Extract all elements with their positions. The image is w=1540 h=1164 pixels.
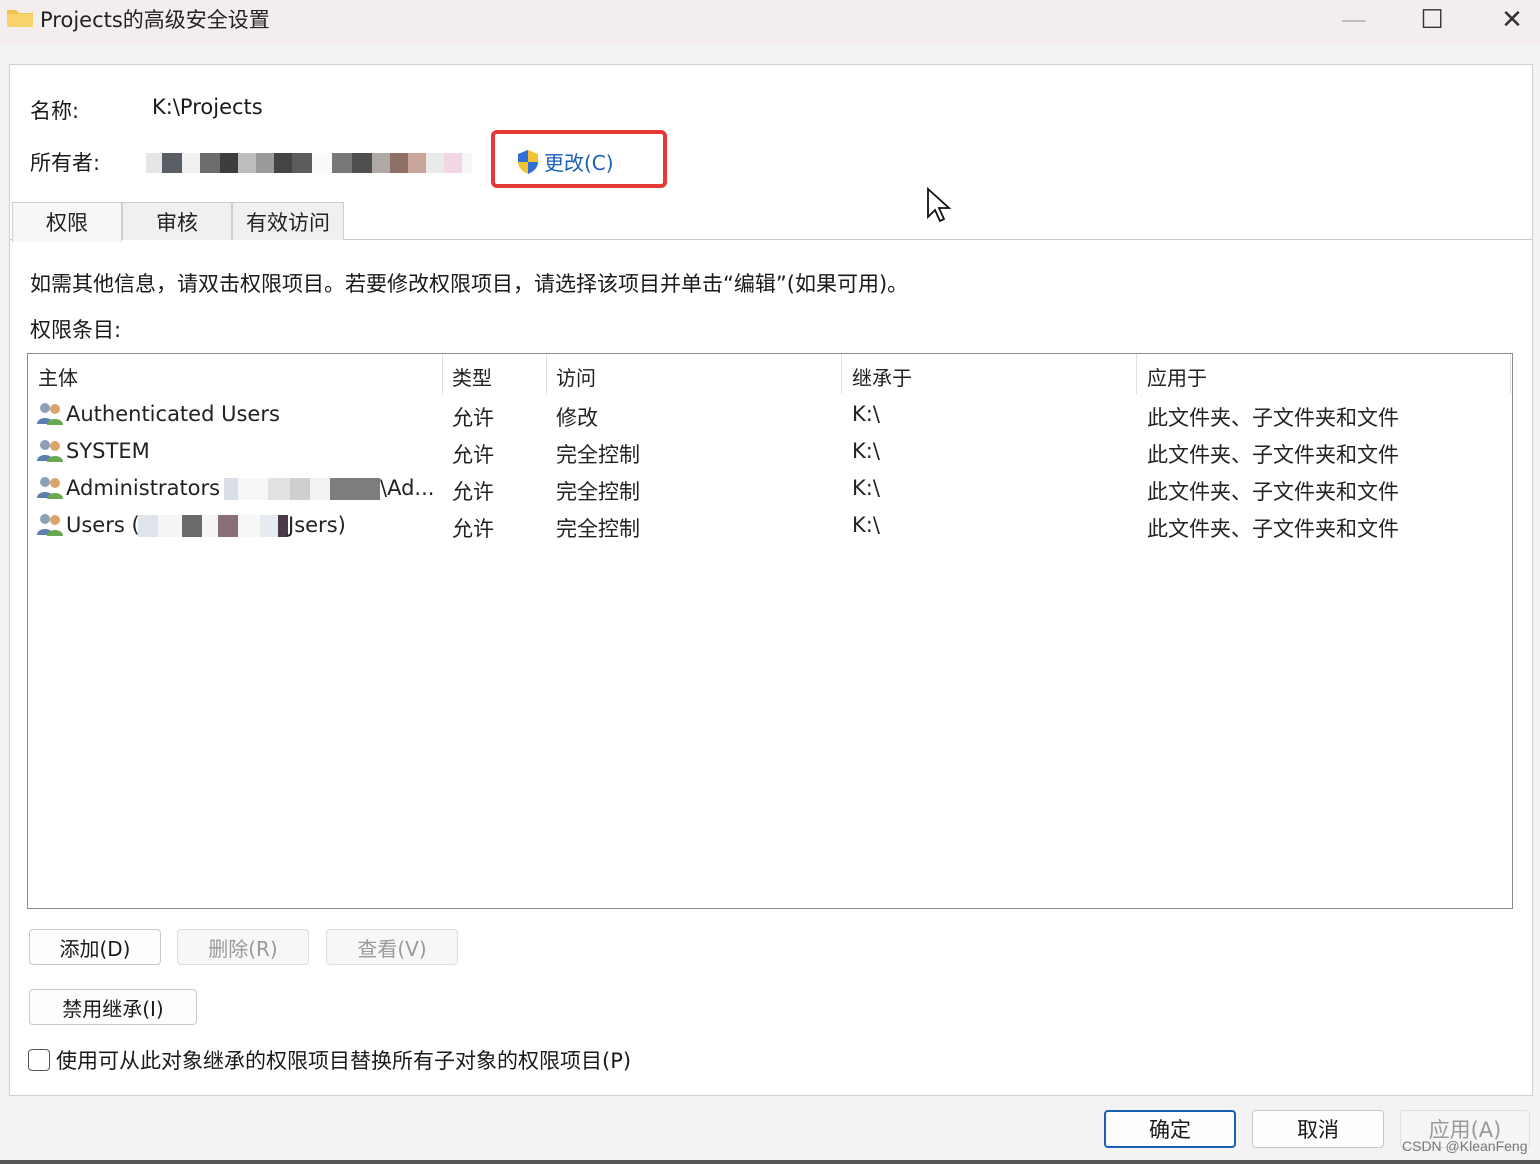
entry-access: 完全控制 [556,517,640,541]
add-button[interactable]: 添加(D) [29,929,161,965]
replace-child-permissions-option[interactable]: 使用可从此对象继承的权限项目替换所有子对象的权限项目(P) [28,1045,631,1075]
column-divider[interactable] [1136,354,1137,394]
entry-type: 允许 [452,443,494,467]
principal-suffix: \Ad... [380,476,435,500]
change-owner-link[interactable]: 更改(C) [516,147,614,176]
principal-name: Authenticated Users [66,402,280,426]
column-header-applies-to[interactable]: 应用于 [1147,362,1207,391]
table-row[interactable]: Administrators \Ad... 允许 完全控制 K:\ 此文件夹、子… [28,470,1512,507]
disable-inheritance-button[interactable]: 禁用继承(I) [29,989,197,1025]
entry-inherited-from: K:\ [852,476,880,500]
column-divider[interactable] [841,354,842,394]
replace-child-permissions-checkbox[interactable] [28,1049,50,1071]
ok-button[interactable]: 确定 [1104,1110,1236,1148]
principal-redacted [224,478,380,500]
column-divider[interactable] [546,354,547,394]
watermark: CSDN @KleanFeng [1402,1138,1528,1154]
name-label: 名称: [30,99,80,123]
column-header-principal[interactable]: 主体 [38,362,78,391]
replace-child-permissions-label: 使用可从此对象继承的权限项目替换所有子对象的权限项目(P) [56,1049,632,1073]
users-icon [37,477,63,499]
column-divider[interactable] [1510,354,1511,394]
main-panel: 名称: K:\Projects 所有者: 更改(C) 权限 审核 有效访问 如需… [9,64,1533,1096]
entry-type: 允许 [452,406,494,430]
entry-inherited-from: K:\ [852,439,880,463]
table-row[interactable]: SYSTEM 允许 完全控制 K:\ 此文件夹、子文件夹和文件 [28,433,1512,470]
principal-redacted [138,515,288,537]
users-icon [37,440,63,462]
principal-name: SYSTEM [66,439,150,463]
principal-name: Administrators [66,476,221,500]
permission-list[interactable]: 主体 类型 访问 继承于 应用于 Authenticated Users 允许 … [27,353,1513,909]
principal-suffix: Jsers) [288,513,346,537]
tab-permissions[interactable]: 权限 [12,202,122,242]
owner-label: 所有者: [30,151,101,175]
users-icon [37,403,63,425]
column-divider[interactable] [442,354,443,394]
title-bar: Projects的高级安全设置 — ☐ ✕ [0,0,1540,44]
change-owner-label: 更改(C) [544,151,614,175]
principal-name: Users ( [66,513,140,537]
entry-applies-to: 此文件夹、子文件夹和文件 [1147,480,1399,504]
tab-auditing[interactable]: 审核 [122,202,232,240]
info-text: 如需其他信息，请双击权限项目。若要修改权限项目，请选择该项目并单击“编辑”(如果… [30,272,909,296]
users-icon [37,514,63,536]
tab-effective-access[interactable]: 有效访问 [232,202,344,240]
entry-inherited-from: K:\ [852,402,880,426]
uac-shield-icon [518,149,538,174]
entry-applies-to: 此文件夹、子文件夹和文件 [1147,517,1399,541]
entry-applies-to: 此文件夹、子文件夹和文件 [1147,443,1399,467]
column-header-type[interactable]: 类型 [452,362,492,391]
owner-redacted [146,153,492,173]
window-title: Projects的高级安全设置 [40,8,270,32]
column-header-inherited-from[interactable]: 继承于 [852,362,912,391]
maximize-button[interactable]: ☐ [1392,0,1472,40]
entry-type: 允许 [452,517,494,541]
entry-inherited-from: K:\ [852,513,880,537]
bottom-edge [0,1160,1540,1164]
mouse-cursor-icon [927,187,952,223]
table-row[interactable]: Users ( Jsers) 允许 完全控制 K:\ 此文件夹、子文件夹和文件 [28,507,1512,544]
minimize-button[interactable]: — [1314,0,1394,40]
column-header-access[interactable]: 访问 [556,362,596,391]
folder-icon [7,10,33,27]
entry-applies-to: 此文件夹、子文件夹和文件 [1147,406,1399,430]
entries-label: 权限条目: [30,318,122,342]
name-value: K:\Projects [152,95,263,119]
remove-button[interactable]: 删除(R) [177,929,309,965]
view-button[interactable]: 查看(V) [326,929,458,965]
entry-access: 完全控制 [556,443,640,467]
table-row[interactable]: Authenticated Users 允许 修改 K:\ 此文件夹、子文件夹和… [28,396,1512,433]
entry-type: 允许 [452,480,494,504]
entry-access: 完全控制 [556,480,640,504]
close-button[interactable]: ✕ [1472,0,1540,40]
cancel-button[interactable]: 取消 [1252,1110,1384,1148]
entry-access: 修改 [556,406,598,430]
